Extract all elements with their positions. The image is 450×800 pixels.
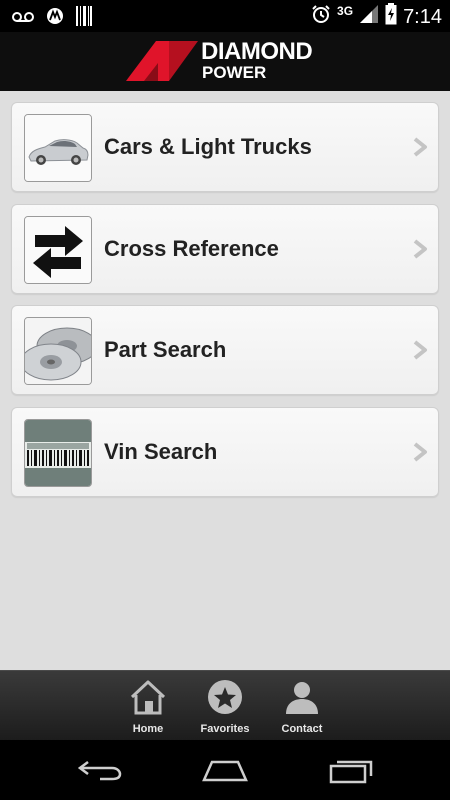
brand-line-2: POWER — [202, 63, 267, 82]
tab-contact[interactable]: Contact — [269, 679, 335, 737]
tab-home[interactable]: Home — [115, 679, 181, 737]
swap-arrows-icon — [24, 216, 92, 284]
system-nav-bar — [0, 740, 450, 800]
voicemail-icon — [12, 10, 34, 28]
status-time: 7:14 — [403, 5, 442, 28]
barcode-notification-icon — [76, 6, 92, 31]
main-menu: Cars & Light Trucks Cross Reference Part… — [11, 102, 439, 509]
app-header: DIAMOND POWER — [0, 32, 450, 91]
tab-favorites[interactable]: Favorites — [192, 679, 258, 737]
menu-item-label: Part Search — [104, 337, 227, 362]
car-icon — [24, 114, 92, 182]
brake-rotor-icon — [24, 317, 92, 385]
recent-apps-icon[interactable] — [328, 758, 374, 789]
tab-label: Home — [132, 723, 164, 735]
chevron-right-icon — [412, 340, 428, 365]
back-icon[interactable] — [77, 758, 124, 787]
barcode-icon — [24, 419, 92, 487]
diamond-power-logo-icon — [126, 41, 198, 86]
motorola-icon — [46, 7, 64, 30]
menu-item-cross-reference[interactable]: Cross Reference — [11, 204, 439, 294]
menu-item-label: Cross Reference — [104, 236, 279, 261]
home-icon — [115, 679, 181, 720]
menu-item-label: Cars & Light Trucks — [104, 134, 312, 159]
network-type: 3G — [337, 3, 354, 18]
status-bar: 3G 7:14 — [0, 0, 450, 32]
battery-icon — [385, 3, 397, 30]
menu-item-part-search[interactable]: Part Search — [11, 305, 439, 395]
signal-icon — [359, 4, 379, 29]
menu-item-label: Vin Search — [104, 439, 218, 464]
chevron-right-icon — [412, 137, 428, 162]
person-icon — [269, 679, 335, 720]
menu-item-vin-search[interactable]: Vin Search — [11, 407, 439, 497]
home-nav-icon[interactable] — [200, 758, 250, 787]
brand-line-1: DIAMOND — [201, 38, 313, 65]
chevron-right-icon — [412, 442, 428, 467]
alarm-icon — [311, 4, 331, 29]
tab-label: Contact — [281, 723, 323, 735]
menu-item-cars-light-trucks[interactable]: Cars & Light Trucks — [11, 102, 439, 192]
chevron-right-icon — [412, 239, 428, 264]
bottom-tab-bar: Home Favorites Contact — [0, 670, 450, 741]
tab-label: Favorites — [200, 723, 250, 735]
star-icon — [192, 679, 258, 720]
